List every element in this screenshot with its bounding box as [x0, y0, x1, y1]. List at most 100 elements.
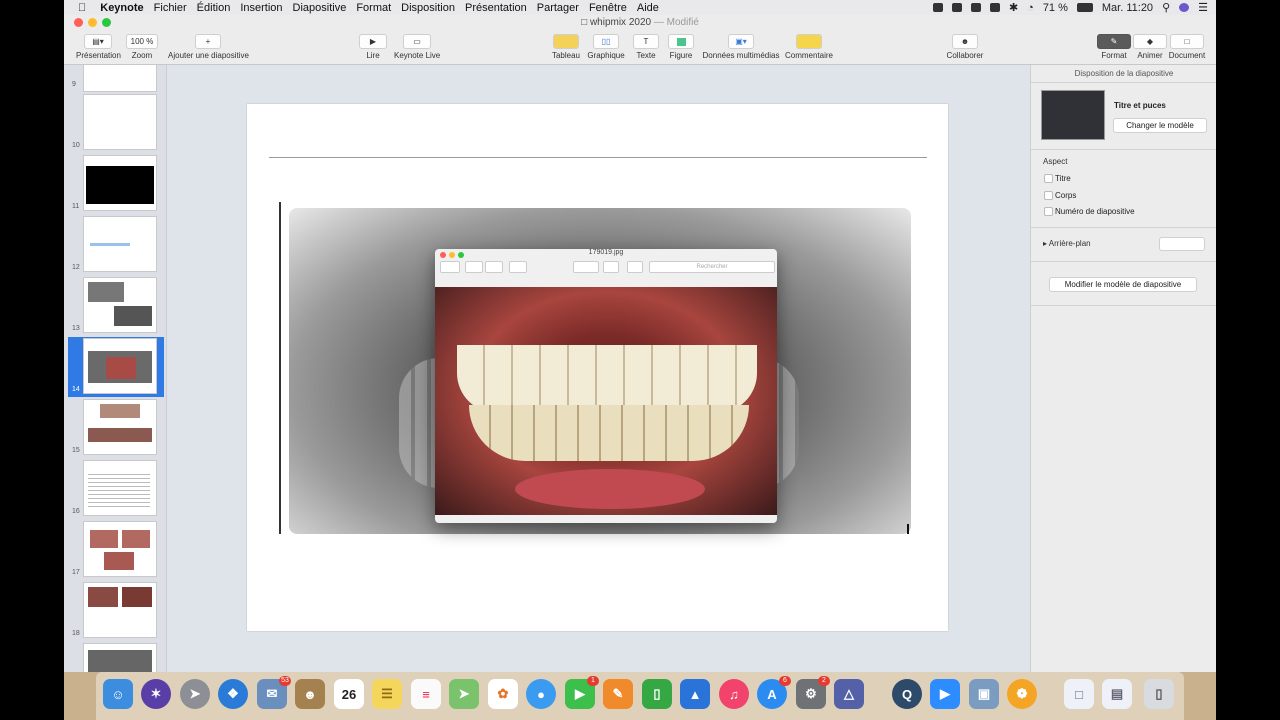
- change-template-button[interactable]: Changer le modèle: [1113, 118, 1207, 133]
- menu-insertion[interactable]: Insertion: [240, 2, 282, 14]
- slide-number-checkbox[interactable]: [1044, 207, 1053, 216]
- menu-aide[interactable]: Aide: [637, 2, 659, 14]
- music-icon[interactable]: ♫: [719, 679, 749, 709]
- airplay-icon[interactable]: [970, 3, 981, 12]
- battery-icon[interactable]: [1076, 3, 1093, 12]
- pages-icon[interactable]: ✎: [603, 679, 633, 709]
- finder-icon[interactable]: ☺: [103, 679, 133, 709]
- battery-text[interactable]: 71 %: [1043, 2, 1068, 14]
- slide-thumbnail[interactable]: [84, 461, 156, 515]
- slide-thumbnail[interactable]: [84, 217, 156, 271]
- siri-icon[interactable]: ✶: [141, 679, 171, 709]
- slide-thumbnail[interactable]: [84, 522, 156, 576]
- menu-fichier[interactable]: Fichier: [154, 2, 187, 14]
- slide[interactable]: 179019.jpg Rechercher: [247, 104, 948, 631]
- menu-format[interactable]: Format: [356, 2, 391, 14]
- slide-thumbnail-selected[interactable]: [84, 339, 156, 393]
- preview-rotate-button[interactable]: [603, 261, 619, 273]
- messages-icon[interactable]: ●: [526, 679, 556, 709]
- trash-icon[interactable]: ▯: [1144, 679, 1174, 709]
- siri-icon[interactable]: [1179, 3, 1190, 12]
- title-checkbox[interactable]: [1044, 174, 1053, 183]
- facetime-icon[interactable]: ▶ 1: [565, 676, 599, 709]
- zoom-status-icon[interactable]: [932, 3, 943, 12]
- maps-icon[interactable]: ➤: [449, 679, 479, 709]
- notification-center-icon[interactable]: ☰: [1198, 1, 1208, 14]
- text-icon: T: [633, 34, 659, 49]
- clock[interactable]: Mar. 11:20: [1102, 2, 1153, 14]
- calendar-icon[interactable]: 26: [334, 679, 364, 709]
- shape-button[interactable]: Figure: [666, 34, 696, 60]
- body-checkbox[interactable]: [1044, 191, 1053, 200]
- slide-thumbnail[interactable]: [84, 95, 156, 149]
- edit-master-button[interactable]: Modifier le modèle de diapositive: [1049, 277, 1197, 292]
- preview-zoom-out-button[interactable]: [465, 261, 483, 273]
- preview-toolbox-button[interactable]: [627, 261, 643, 273]
- documents-stack-icon[interactable]: □: [1064, 679, 1094, 709]
- zoom-app-icon[interactable]: ▶: [930, 679, 960, 709]
- bluetooth-icon[interactable]: ✱: [1009, 1, 1018, 14]
- media-button[interactable]: ▣▾ Données multimédias: [702, 34, 780, 60]
- menu-disposition[interactable]: Disposition: [401, 2, 455, 14]
- app-store-icon[interactable]: A6: [757, 676, 791, 709]
- downloads-stack-icon[interactable]: ▤: [1102, 679, 1132, 709]
- add-slide-button[interactable]: + Ajouter une diapositive: [168, 34, 249, 60]
- preview-markup-button[interactable]: [573, 261, 599, 273]
- animate-tab[interactable]: ◆ Animer: [1132, 34, 1168, 60]
- slide-thumbnail[interactable]: [84, 400, 156, 454]
- view-button[interactable]: ▤▾ Présentation: [76, 34, 121, 60]
- play-button[interactable]: ▶ Lire: [358, 34, 388, 60]
- comment-button[interactable]: Commentaire: [784, 34, 834, 60]
- apple-icon[interactable]: : [78, 2, 86, 14]
- chart-button[interactable]: ▯▯ Graphique: [586, 34, 626, 60]
- keynote-icon[interactable]: ▲: [680, 679, 710, 709]
- preview-zoom-in-button[interactable]: [485, 261, 503, 273]
- menu-edition[interactable]: Édition: [197, 2, 231, 14]
- text-button[interactable]: T Texte: [632, 34, 660, 60]
- launchpad-icon[interactable]: ➤: [180, 679, 210, 709]
- slide-thumbnail[interactable]: [84, 583, 156, 637]
- slide-canvas[interactable]: 179019.jpg Rechercher: [167, 65, 1029, 672]
- quicktime-icon[interactable]: Q: [892, 679, 922, 709]
- slide-thumbnail[interactable]: [84, 156, 156, 210]
- slide-thumbnail[interactable]: [84, 65, 156, 91]
- format-tab[interactable]: ✎ Format: [1096, 34, 1132, 60]
- background-disclosure[interactable]: ▸ Arrière-plan: [1043, 239, 1091, 248]
- slide-navigator[interactable]: 9 10 11 12 13 14 15 16 17 18: [64, 65, 167, 672]
- preview-app-icon[interactable]: ▣: [969, 679, 999, 709]
- table-button[interactable]: Tableau: [550, 34, 582, 60]
- menu-app[interactable]: Keynote: [100, 2, 143, 14]
- wifi-icon[interactable]: ◔: [1027, 2, 1034, 14]
- preview-sidebar-button[interactable]: [440, 261, 460, 273]
- document-tab[interactable]: □ Document: [1168, 34, 1206, 60]
- prism-icon[interactable]: △: [834, 679, 864, 709]
- slide-number: 16: [72, 508, 80, 515]
- background-color-well[interactable]: [1159, 237, 1205, 251]
- collaborate-button[interactable]: ☻ Collaborer: [944, 34, 986, 60]
- numbers-icon[interactable]: ▯: [642, 679, 672, 709]
- reminders-icon[interactable]: ≡: [411, 679, 441, 709]
- resize-handle[interactable]: [907, 524, 909, 534]
- menu-diapositive[interactable]: Diapositive: [293, 2, 347, 14]
- contacts-icon[interactable]: ☻: [295, 679, 325, 709]
- slide-thumbnail[interactable]: [84, 278, 156, 332]
- creative-cloud-icon[interactable]: [951, 3, 962, 12]
- flower-app-icon[interactable]: ❁: [1007, 679, 1037, 709]
- menu-fenetre[interactable]: Fenêtre: [589, 2, 627, 14]
- notes-icon[interactable]: ☰: [372, 679, 402, 709]
- keynote-live-button[interactable]: ▭ Keynote Live: [394, 34, 440, 60]
- preview-window[interactable]: 179019.jpg Rechercher: [435, 249, 777, 523]
- slide-thumbnail[interactable]: [84, 644, 156, 672]
- safari-icon[interactable]: ❖: [218, 679, 248, 709]
- zoom-button[interactable]: 100 % Zoom: [124, 34, 160, 60]
- menu-partager[interactable]: Partager: [537, 2, 579, 14]
- preview-share-button[interactable]: [509, 261, 527, 273]
- preview-search-input[interactable]: Rechercher: [649, 261, 775, 273]
- spotlight-icon[interactable]: ⚲: [1162, 1, 1170, 14]
- template-thumbnail[interactable]: [1041, 90, 1105, 140]
- volume-icon[interactable]: [989, 3, 1000, 12]
- mail-icon[interactable]: ✉ 53: [257, 676, 291, 709]
- system-preferences-icon[interactable]: ⚙ 2: [796, 676, 830, 709]
- photos-icon[interactable]: ✿: [488, 679, 518, 709]
- menu-presentation[interactable]: Présentation: [465, 2, 527, 14]
